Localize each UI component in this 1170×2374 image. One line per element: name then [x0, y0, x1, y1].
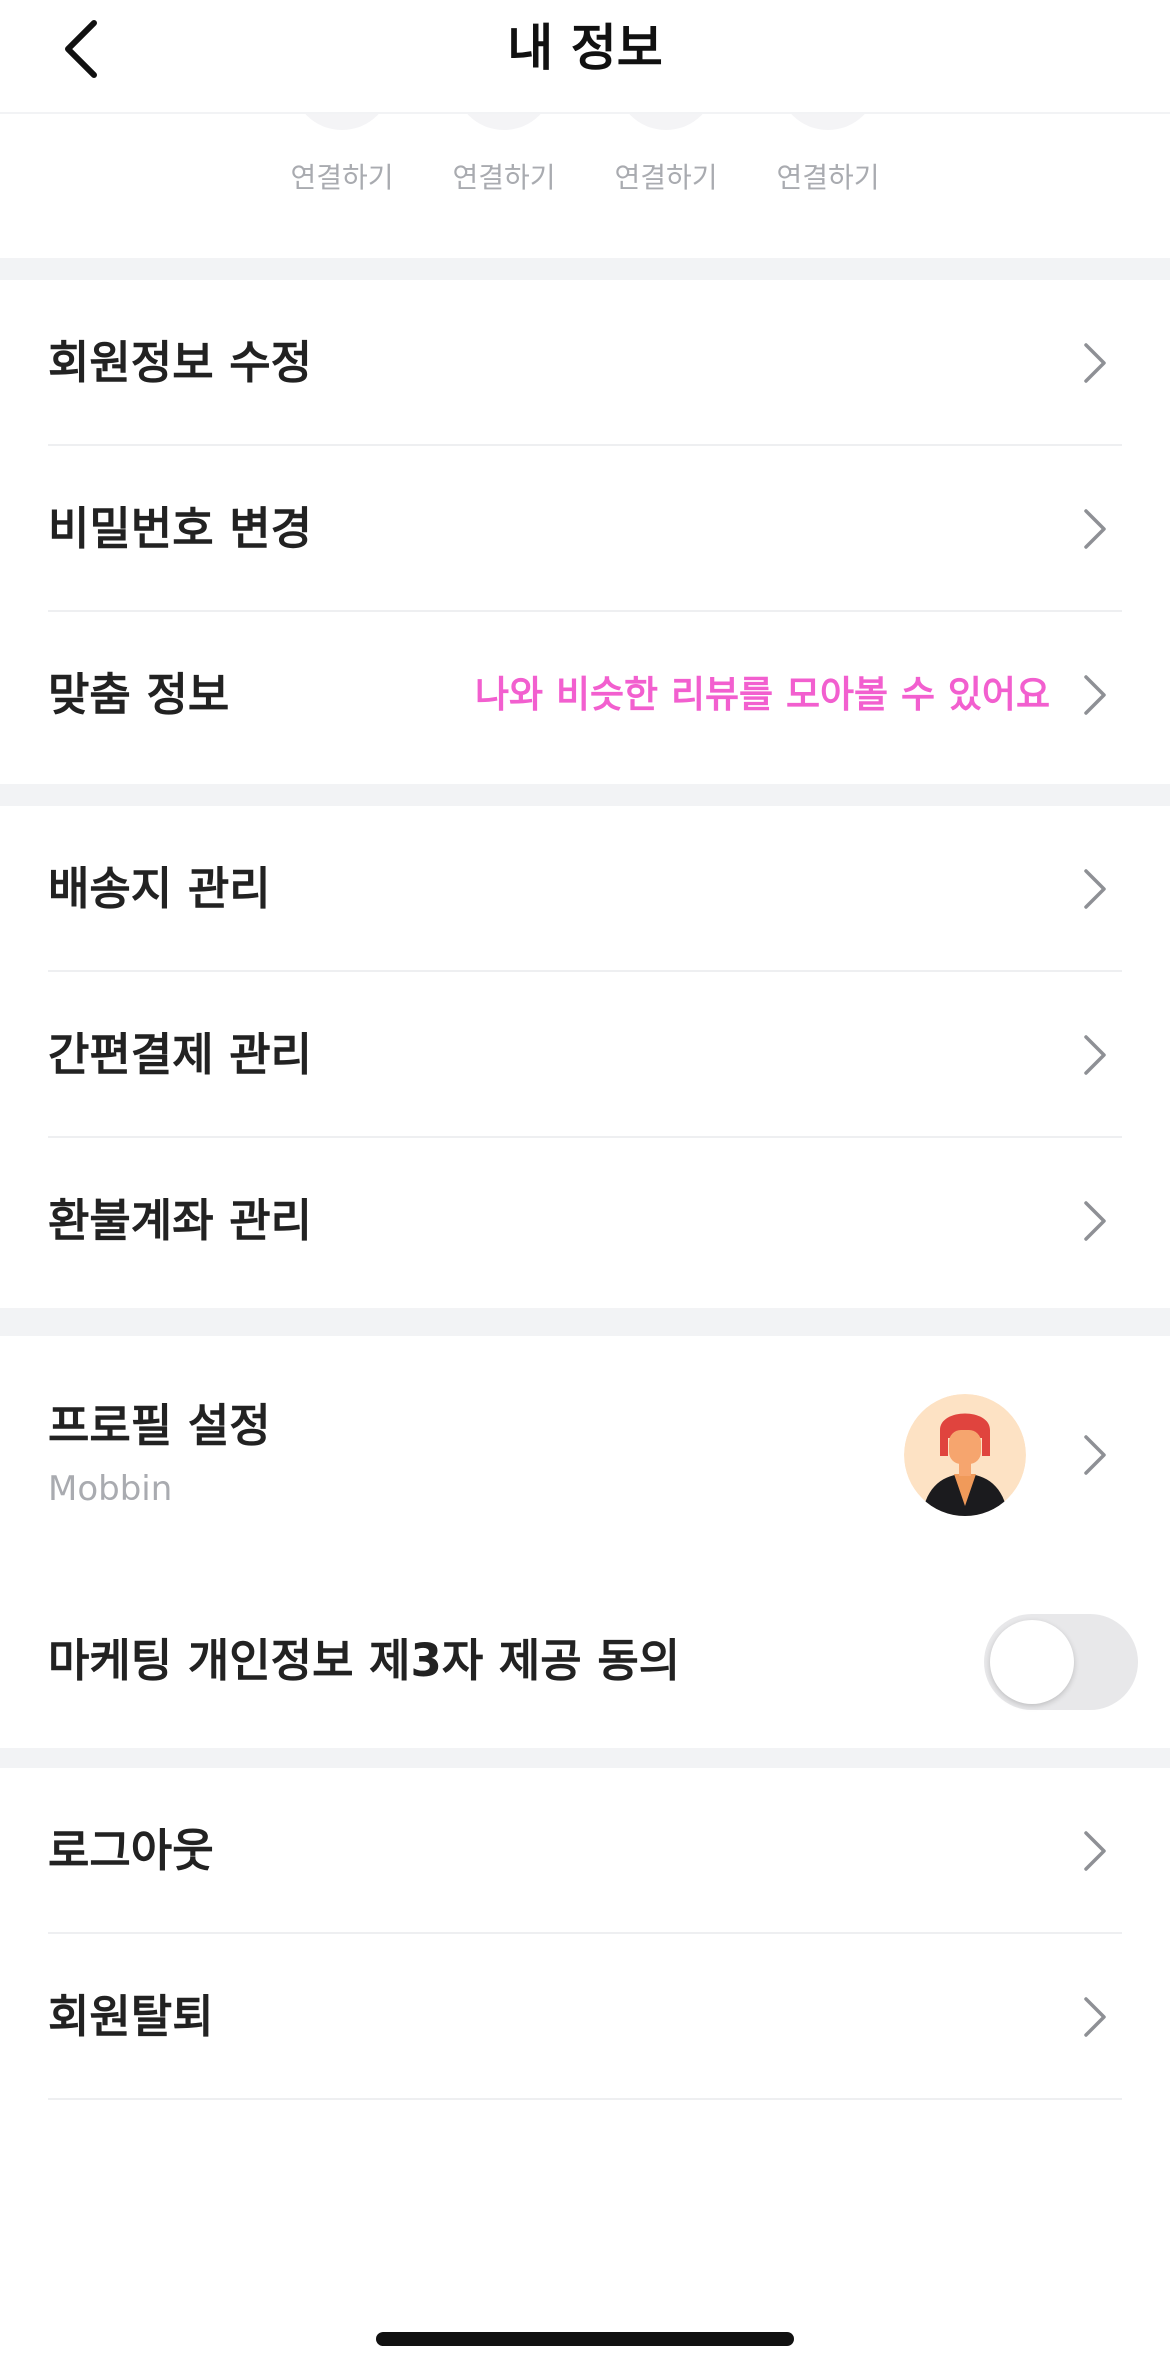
marketing-consent-toggle[interactable] — [984, 1614, 1138, 1710]
menu-item-label: 프로필 설정 — [48, 1399, 271, 1452]
profile-username: Mobbin — [48, 1469, 173, 1509]
social-connect-label: 연결하기 — [614, 161, 718, 194]
menu-item-edit-member[interactable]: 회원정보 수정 — [0, 280, 1170, 446]
social-connect-label: 연결하기 — [452, 161, 556, 194]
chevron-right-icon — [1084, 1201, 1106, 1241]
custom-info-hint: 나와 비슷한 리뷰를 모아볼 수 있어요 — [474, 673, 1050, 716]
page-title: 내 정보 — [507, 19, 663, 77]
menu-item-label: 맞춤 정보 — [48, 668, 230, 721]
divider — [48, 2098, 1122, 2100]
menu-item-profile-settings[interactable]: 프로필 설정 Mobbin — [0, 1336, 1170, 1574]
section-separator — [0, 1308, 1170, 1336]
menu-item-shipping[interactable]: 배송지 관리 — [0, 806, 1170, 972]
chevron-right-icon — [1084, 509, 1106, 549]
section-separator — [0, 258, 1170, 280]
chevron-right-icon — [1084, 1035, 1106, 1075]
chevron-right-icon — [1084, 1997, 1106, 2037]
menu-item-change-password[interactable]: 비밀번호 변경 — [0, 446, 1170, 612]
menu-item-label: 회원정보 수정 — [48, 336, 313, 389]
chevron-right-icon — [1084, 869, 1106, 909]
section-separator — [0, 784, 1170, 806]
chevron-right-icon — [1084, 1831, 1106, 1871]
marketing-consent-label: 마케팅 개인정보 제3자 제공 동의 — [48, 1634, 681, 1687]
menu-item-easy-pay[interactable]: 간편결제 관리 — [0, 972, 1170, 1138]
menu-item-label: 환불계좌 관리 — [48, 1194, 313, 1247]
menu-item-label: 간편결제 관리 — [48, 1028, 313, 1081]
chevron-right-icon — [1084, 675, 1106, 715]
chevron-right-icon — [1084, 343, 1106, 383]
menu-item-custom-info[interactable]: 맞춤 정보 나와 비슷한 리뷰를 모아볼 수 있어요 — [0, 612, 1170, 778]
menu-item-logout[interactable]: 로그아웃 — [0, 1768, 1170, 1934]
menu-item-label: 비밀번호 변경 — [48, 502, 313, 555]
avatar — [904, 1394, 1026, 1516]
menu-item-label: 배송지 관리 — [48, 862, 271, 915]
home-indicator — [376, 2332, 794, 2346]
menu-item-withdraw[interactable]: 회원탈퇴 — [0, 1934, 1170, 2100]
toggle-knob — [990, 1620, 1074, 1704]
menu-item-label: 회원탈퇴 — [48, 1990, 214, 2043]
menu-item-label: 로그아웃 — [48, 1824, 214, 1877]
marketing-consent-row: 마케팅 개인정보 제3자 제공 동의 — [0, 1574, 1170, 1748]
menu-item-refund-account[interactable]: 환불계좌 관리 — [0, 1138, 1170, 1304]
nav-header: 내 정보 — [0, 0, 1170, 114]
social-connect-label: 연결하기 — [776, 161, 880, 194]
chevron-right-icon — [1084, 1435, 1106, 1475]
section-separator — [0, 1748, 1170, 1768]
social-connect-label: 연결하기 — [290, 161, 394, 194]
